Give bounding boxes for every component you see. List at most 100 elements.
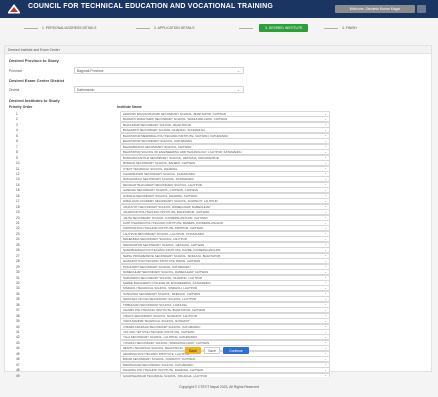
province-section-title: Desired Province to Study xyxy=(9,58,59,63)
step-label: 3. DESIRED INSTITUTE xyxy=(265,26,303,30)
ctevt-logo-icon xyxy=(6,2,22,15)
priority-number: 43 xyxy=(16,340,20,345)
step-label: 2. APPLICATION DETAILS xyxy=(154,26,195,30)
chevron-down-icon: ⌄ xyxy=(324,133,327,138)
priority-number: 20 xyxy=(16,215,20,220)
priority-number: 48 xyxy=(16,368,20,373)
institute-name: JANAKPUR POLYTECHNIC INSTITUTE, BHAKTAPU… xyxy=(123,210,210,215)
priority-number: 41 xyxy=(16,330,20,334)
priority-number: 16 xyxy=(16,193,20,198)
step-connector xyxy=(24,27,38,29)
priority-number: 18 xyxy=(16,204,20,209)
user-welcome-button[interactable]: Welcome, Sandesh Kumar Magar xyxy=(335,5,415,13)
chevron-down-icon: ⌄ xyxy=(324,122,327,127)
chevron-down-icon: ⌄ xyxy=(324,116,327,121)
card-heading: Desired Institute and Exam Center xyxy=(5,46,431,54)
district-select[interactable]: Kathmandu ⌄ xyxy=(74,86,244,93)
chevron-down-icon: ⌄ xyxy=(324,340,327,345)
chevron-down-icon: ⌄ xyxy=(324,356,327,361)
institute-name: SARASWATI SECONDARY SCHOOL, DHADING, LAL… xyxy=(123,275,203,280)
chevron-down-icon: ⌄ xyxy=(324,269,327,274)
chevron-down-icon: ⌄ xyxy=(324,362,327,367)
institute-name: DAKSHINKALI SECONDARY SCHOOL, KATHMANDU xyxy=(123,177,194,182)
institute-name: VALMIKI POLYTECHNIC INSTITUTE, BHAKTAPUR… xyxy=(123,308,206,313)
back-button[interactable]: Back xyxy=(185,347,201,354)
priority-column-header: Priority Order xyxy=(9,105,33,109)
chevron-down-icon: ⌄ xyxy=(324,253,327,258)
app-header: COUNCIL FOR TECHNICAL EDUCATION AND VOCA… xyxy=(0,0,438,18)
institute-name: BIDUR SECONDARY SCHOOL, NUWAKOT, CHITWAN xyxy=(123,357,195,362)
priority-number: 5 xyxy=(16,133,18,138)
priority-number: 27 xyxy=(16,253,20,258)
step-personal-details[interactable]: 1. PERSONAL/ADDRESS DETAILS xyxy=(24,24,96,32)
institute-name: YAK AND YETI POLYTECHNIC INSTITUTE, CHIT… xyxy=(123,330,195,334)
institute-name: SINDHULI TECHNICAL SCHOOL, SINDHULI, LAL… xyxy=(123,286,198,291)
priority-number: 32 xyxy=(16,280,20,285)
institute-name: JANTA SECONDARY SCHOOL, KAVREPALANCHOK, … xyxy=(123,215,208,220)
priority-number: 6 xyxy=(16,139,18,144)
chevron-down-icon: ⌄ xyxy=(324,345,327,350)
institute-name: ADARSHA POLYTECHNIC INSTITUTE, LALITPUR xyxy=(123,351,190,356)
priority-number: 39 xyxy=(16,319,20,324)
priority-number: 40 xyxy=(16,324,20,329)
step-desired-institute[interactable]: 3. DESIRED INSTITUTE xyxy=(259,24,309,32)
priority-number: 21 xyxy=(16,221,20,225)
chevron-down-icon: ⌄ xyxy=(324,215,327,220)
exam-section-title: Desired Exam Center District xyxy=(9,78,65,83)
step-finish[interactable]: 4. FINISH xyxy=(324,24,357,32)
chevron-down-icon: ⌄ xyxy=(324,187,327,192)
institute-name: VISHWA ADARSHA SECONDARY SCHOOL, KATHMAN… xyxy=(123,324,201,329)
institute-name: NUWAKOT POLYTECHNIC INSTITUTE, BIDUR, CH… xyxy=(123,259,201,264)
institute-name: CTEVT TECHNICAL SCHOOL, DHADING xyxy=(123,166,178,171)
chevron-down-icon: ⌄ xyxy=(324,144,327,149)
chevron-down-icon: ⌄ xyxy=(324,198,327,203)
step-label: 1. PERSONAL/ADDRESS DETAILS xyxy=(42,26,97,30)
institute-name: SHREE BHAGAWATI COLLEGE OF ENGINEERING, … xyxy=(123,280,211,285)
step-label: 4. FINISH xyxy=(342,26,357,30)
institute-name: JANAJYOTI SECONDARY SCHOOL, RAMECHHAP, R… xyxy=(123,204,211,209)
institute-name: BUDDHA SECONDARY SCHOOL, BANEPA, CHITWAN xyxy=(123,161,196,166)
chevron-down-icon: ⌄ xyxy=(324,149,327,154)
priority-number: 8 xyxy=(16,150,18,155)
priority-number: 47 xyxy=(16,362,20,367)
institute-name: VIDYA MANDIR TECHNICAL SCHOOL, NUWAKOT xyxy=(123,319,190,324)
step-connector xyxy=(136,27,150,29)
institute-name: NEPAL PROGRESSIVE SECONDARY SCHOOL, SIND… xyxy=(123,253,221,258)
menu-icon[interactable] xyxy=(417,5,426,13)
institute-name: BAGMATI MADHYAMIK SECONDARY SCHOOL, SIND… xyxy=(123,117,228,122)
priority-number: 36 xyxy=(16,302,20,307)
institute-name: ZENITH TECHNICAL SCHOOL, BHAKTAPUR xyxy=(123,346,183,351)
priority-number: 15 xyxy=(16,188,20,193)
chevron-down-icon: ⌄ xyxy=(324,127,327,132)
chevron-down-icon: ⌄ xyxy=(324,334,327,339)
chevron-down-icon: ⌄ xyxy=(324,193,327,198)
step-application-details[interactable]: 2. APPLICATION DETAILS xyxy=(136,24,195,32)
chevron-down-icon: ⌄ xyxy=(324,220,327,225)
priority-number: 37 xyxy=(16,308,20,313)
institute-name: BHAKTAPUR MEMORIAL POLYTECHNIC INSTITUTE… xyxy=(123,133,229,138)
chevron-down-icon: ⌄ xyxy=(324,264,327,269)
chevron-down-icon: ⌄ xyxy=(324,302,327,307)
priority-number: 45 xyxy=(16,351,20,356)
continue-button[interactable]: Continue xyxy=(223,347,249,354)
chevron-down-icon: ⌄ xyxy=(324,225,327,230)
province-select[interactable]: Bagmati Province ⌄ xyxy=(74,67,244,74)
institute-name: RAMECHHAP SECONDARY SCHOOL, RAMECHHAP, C… xyxy=(123,270,209,275)
chevron-down-icon: ⌄ xyxy=(324,176,327,181)
step-connector xyxy=(324,27,338,29)
institute-name: YALA SECONDARY SCHOOL, LALITPUR, KATHMAN… xyxy=(123,335,198,340)
institute-name: KANTI ISHWARI POLYTECHNIC INSTITUTE, BAN… xyxy=(123,221,224,225)
step-connector xyxy=(239,27,253,29)
chevron-down-icon: ⌄ xyxy=(236,68,240,73)
priority-number: 7 xyxy=(16,144,18,149)
institute-name: CHANDRAGIRI SECONDARY SCHOOL, KATHMANDU xyxy=(123,171,195,176)
chevron-down-icon: ⌄ xyxy=(236,87,240,92)
chevron-down-icon: ⌄ xyxy=(324,204,327,209)
save-button[interactable]: Save xyxy=(204,347,220,354)
chevron-down-icon: ⌄ xyxy=(324,236,327,241)
priority-number: 3 xyxy=(16,122,18,127)
institute-name: BALKUMARI SECONDARY SCHOOL, BHAKTAPUR xyxy=(123,122,191,127)
institute-name: BHANUBHAKTA SECONDARY SCHOOL, CHITWAN xyxy=(123,144,192,149)
chevron-down-icon: ⌄ xyxy=(324,318,327,323)
priority-number: 14 xyxy=(16,182,20,187)
